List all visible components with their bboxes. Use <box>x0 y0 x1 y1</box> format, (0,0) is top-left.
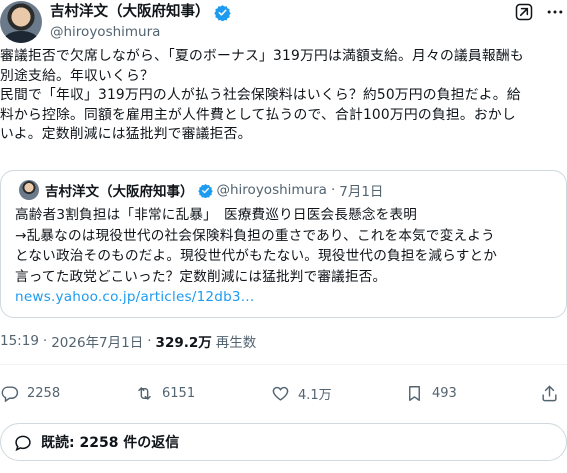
repost-button[interactable]: 6151 <box>135 380 195 406</box>
post-body-line: 料から控除。同額を雇用主が人件費として払うので、合計100万円の負担。おかし <box>0 106 516 123</box>
bookmark-button[interactable]: 493 <box>405 380 457 406</box>
action-bar: 2258 6151 4.1万 493 <box>0 380 567 406</box>
quoted-separator: · <box>330 182 336 198</box>
chat-bubble-icon <box>15 435 31 452</box>
bookmark-count: 493 <box>432 385 457 401</box>
meta-separator: · <box>147 333 152 349</box>
post-body-line: 審議拒否で欠席しながら、「夏のボーナス」319万円は満額支給。月々の議員報酬も <box>0 48 524 64</box>
quoted-post-header: 吉村洋文（大阪府知事） @hiroyoshimura · 7月1日 <box>45 180 383 200</box>
quoted-text-line: とない政治そのものだよ。現役世代がもたない。現役世代の負担を減らすとか <box>15 248 498 264</box>
reply-count: 2258 <box>27 385 61 401</box>
quoted-text-line: 言ってた政党どこいった？定数削減には猛批判で審議拒否。 <box>15 268 387 285</box>
grok-icon[interactable] <box>514 2 534 22</box>
post-header: 吉村洋文（大阪府知事） @hiroyoshimura <box>0 0 567 48</box>
like-count: 4.1万 <box>298 387 332 403</box>
view-count: 329.2万 <box>155 335 212 351</box>
divider-top <box>0 364 567 365</box>
post-body-line: 民間で「年収」319万円の人が払う社会保険料はいくら？約50万円の負担だよ。給 <box>0 87 521 103</box>
repost-count: 6151 <box>162 385 196 401</box>
quoted-text-line: →乱暴なのは現役世代の社会保険料負担の重さであり、これを本気で変えよう <box>15 227 495 244</box>
share-icon <box>542 385 557 401</box>
avatar-shoulders <box>4 31 38 43</box>
read-replies-label: 既読: 2258 件の返信 <box>41 435 180 451</box>
verified-badge-icon <box>213 4 231 21</box>
reply-icon <box>1 385 19 402</box>
author-name-row: 吉村洋文（大阪府知事） <box>50 2 231 22</box>
author-handle[interactable]: @hiroyoshimura <box>50 23 160 41</box>
post-body-line: 別途支給。年収いくら？ <box>0 67 154 84</box>
post-body-line: いよ。定数削減には猛批判で審議拒否。 <box>0 126 252 142</box>
quoted-post-body: 高齢者3割負担は「非常に乱暴」 医療費巡り日医会長懸念を表明 →乱暴なのは現役世… <box>15 205 555 308</box>
view-count-label: 再生数 <box>215 335 257 351</box>
quoted-post-date: 7月1日 <box>339 184 384 200</box>
post-body: 審議拒否で欠席しながら、「夏のボーナス」319万円は満額支給。月々の議員報酬も … <box>0 47 562 145</box>
more-icon[interactable] <box>545 2 565 22</box>
quoted-article-link[interactable]: news.yahoo.co.jp/articles/12db3... <box>15 289 254 305</box>
author-name[interactable]: 吉村洋文（大阪府知事） <box>50 2 210 22</box>
verified-badge-icon <box>197 183 213 198</box>
share-button[interactable] <box>540 380 559 406</box>
like-button[interactable]: 4.1万 <box>271 380 332 406</box>
quoted-author-name: 吉村洋文（大阪府知事） <box>45 184 194 200</box>
post-date[interactable]: 2026年7月1日 <box>51 331 143 351</box>
repost-icon <box>138 386 151 400</box>
quoted-post-card[interactable]: 吉村洋文（大阪府知事） @hiroyoshimura · 7月1日 高齢者3割負… <box>0 170 567 318</box>
bookmark-icon <box>409 385 420 401</box>
quoted-author-avatar <box>19 180 39 200</box>
post-time[interactable]: 15:19 <box>0 333 39 349</box>
meta-separator: · <box>42 333 48 349</box>
author-avatar[interactable] <box>0 1 42 43</box>
like-icon <box>272 386 289 401</box>
quoted-author-handle: @hiroyoshimura <box>216 182 327 198</box>
post-meta: 15:19 · 2026年7月1日 · 329.2万 再生数 <box>0 331 257 351</box>
quoted-text-line: 高齢者3割負担は「非常に乱暴」 医療費巡り日医会長懸念を表明 <box>15 207 418 223</box>
reply-button[interactable]: 2258 <box>0 380 60 406</box>
read-replies-button[interactable]: 既読: 2258 件の返信 <box>0 423 567 461</box>
